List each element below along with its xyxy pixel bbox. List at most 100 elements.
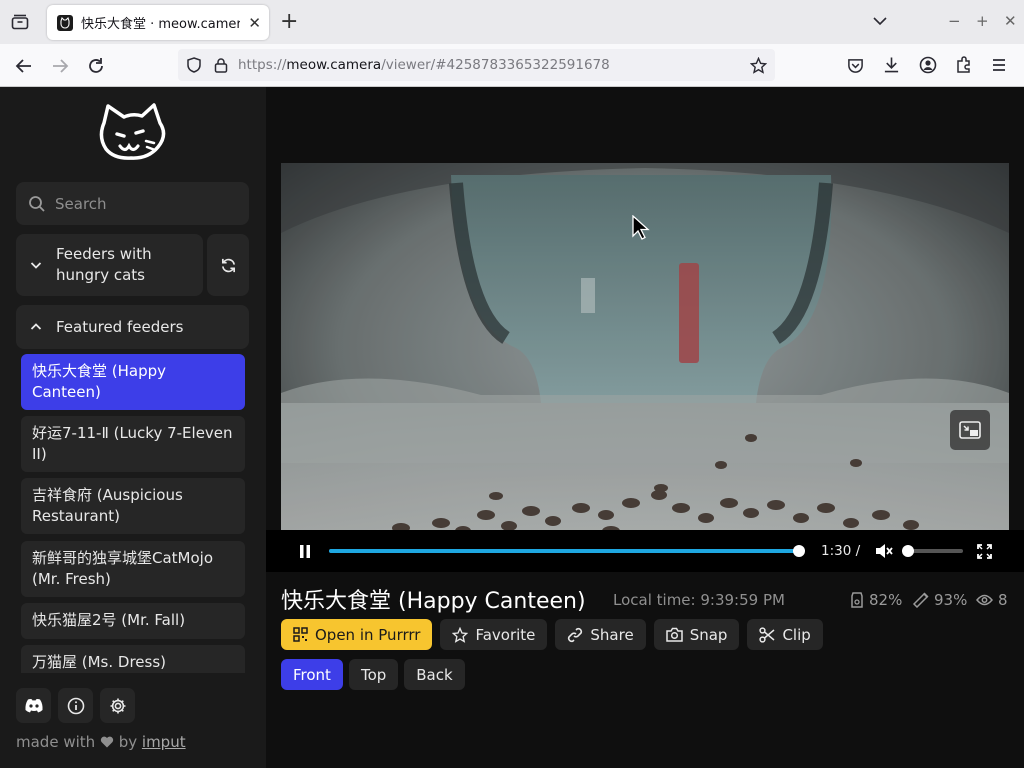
- camera-top-button[interactable]: Top: [348, 659, 399, 690]
- volume-slider[interactable]: [908, 549, 963, 553]
- viewers-stat: 8: [976, 591, 1008, 609]
- minimize-icon[interactable]: −: [948, 12, 961, 30]
- nav-bar: https://meow.camera/viewer/#425878336532…: [0, 44, 1024, 87]
- chevron-up-icon: [30, 323, 42, 330]
- eye-icon: [976, 594, 993, 606]
- meow-camera-logo-icon: [99, 103, 166, 160]
- refresh-button[interactable]: [207, 234, 249, 296]
- food-level-stat: 82%: [850, 591, 902, 609]
- search-input[interactable]: Search: [16, 182, 249, 225]
- share-button[interactable]: Share: [555, 619, 646, 650]
- share-label: Share: [590, 625, 634, 644]
- url-host: meow.camera: [286, 57, 382, 73]
- camera-back-button[interactable]: Back: [404, 659, 465, 690]
- clip-label: Clip: [782, 625, 811, 644]
- close-window-icon[interactable]: ✕: [1004, 12, 1017, 30]
- food-bag-icon: [851, 592, 863, 608]
- account-icon[interactable]: [919, 56, 937, 74]
- pocket-icon[interactable]: [847, 57, 864, 74]
- qr-code-icon: [293, 627, 308, 642]
- group-featured-label: Featured feeders: [56, 317, 184, 336]
- picture-in-picture-icon: [959, 421, 981, 439]
- chevron-down-icon: [30, 262, 42, 269]
- extensions-icon[interactable]: [955, 56, 973, 74]
- volume-knob[interactable]: [902, 545, 914, 557]
- sidebar: Search Feeders with hungry cats Featured…: [0, 87, 266, 768]
- tab-bar: 快乐大食堂 · meow.camera ✕ + − + ✕: [0, 0, 1024, 44]
- close-tab-icon[interactable]: ✕: [248, 14, 261, 32]
- search-placeholder: Search: [55, 194, 107, 213]
- picture-in-picture-button[interactable]: [950, 410, 990, 450]
- search-icon: [29, 195, 45, 212]
- new-tab-icon[interactable]: +: [280, 10, 298, 34]
- reload-button[interactable]: [86, 56, 106, 76]
- arrow-right-icon: [53, 59, 69, 73]
- food-level-value: 82%: [869, 591, 903, 609]
- bookmark-star-icon[interactable]: [750, 57, 767, 74]
- list-all-tabs-button[interactable]: [0, 0, 40, 44]
- forward-button[interactable]: [50, 56, 70, 76]
- battery-stat: 93%: [912, 591, 967, 609]
- url-bar[interactable]: https://meow.camera/viewer/#425878336532…: [178, 49, 775, 81]
- muted-speaker-icon[interactable]: [875, 543, 893, 559]
- camera-video[interactable]: [281, 163, 1009, 570]
- lock-icon[interactable]: [214, 57, 228, 73]
- camera-front-button[interactable]: Front: [281, 659, 343, 690]
- scissors-icon: [759, 626, 775, 643]
- open-in-purrrr-button[interactable]: Open in Purrrr: [281, 619, 433, 650]
- cat-paw-battery-icon: [912, 592, 929, 608]
- camera-icon: [665, 627, 683, 642]
- snap-label: Snap: [689, 625, 728, 644]
- mouse-cursor-icon: [632, 215, 650, 240]
- video-time: 1:30 /: [821, 543, 861, 559]
- maximize-icon[interactable]: +: [976, 12, 989, 30]
- imput-link[interactable]: imput: [142, 733, 186, 751]
- info-icon: [67, 697, 84, 714]
- open-in-purrrr-label: Open in Purrrr: [315, 625, 421, 644]
- pause-icon[interactable]: [299, 545, 311, 558]
- info-button[interactable]: [58, 688, 93, 723]
- download-icon[interactable]: [883, 56, 900, 74]
- favorite-button[interactable]: Favorite: [440, 619, 548, 650]
- discord-icon: [24, 699, 43, 713]
- tab-list-icon: [11, 14, 29, 30]
- feeder-title: 快乐大食堂 (Happy Canteen): [281, 589, 586, 614]
- discord-button[interactable]: [16, 688, 51, 723]
- progress-knob[interactable]: [793, 545, 806, 557]
- video-controls: 1:30 /: [266, 530, 1024, 572]
- meow-favicon-icon: [57, 14, 73, 31]
- star-icon: [452, 626, 469, 643]
- menu-icon[interactable]: [991, 57, 1007, 73]
- feeder-list: 快乐大食堂 (Happy Canteen) 好运7-11-Ⅱ (Lucky 7-…: [0, 353, 266, 673]
- arrow-left-icon: [15, 59, 31, 73]
- link-icon: [568, 627, 583, 642]
- snap-button[interactable]: Snap: [653, 619, 740, 650]
- progress-fill: [329, 549, 800, 553]
- feeder-item-auspicious-restaurant[interactable]: 吉祥食府 (Auspicious Restaurant): [21, 478, 245, 534]
- reload-icon: [89, 58, 103, 73]
- url-text: https://meow.camera/viewer/#425878336532…: [238, 57, 610, 73]
- settings-button[interactable]: [100, 688, 135, 723]
- chevron-down-icon[interactable]: [872, 13, 888, 29]
- group-hungry-label: Feeders with hungry cats: [56, 245, 152, 284]
- back-button[interactable]: [14, 56, 34, 76]
- shield-icon[interactable]: [186, 57, 202, 73]
- browser-tab[interactable]: 快乐大食堂 · meow.camera ✕: [47, 5, 269, 40]
- local-time: Local time: 9:39:59 PM: [613, 591, 785, 609]
- feeder-item-ms-dress[interactable]: 万猫屋 (Ms. Dress): [21, 645, 245, 673]
- feeder-item-mr-fresh[interactable]: 新鲜哥的独享城堡CatMojo (Mr. Fresh): [21, 541, 245, 597]
- clip-button[interactable]: Clip: [747, 619, 823, 650]
- made-with-credit: made with by imput: [16, 733, 186, 751]
- group-featured-feeders[interactable]: Featured feeders: [16, 305, 249, 349]
- viewers-value: 8: [998, 591, 1008, 609]
- action-buttons: Open in Purrrr Favorite Share Snap Clip: [281, 619, 823, 650]
- feeder-item-mr-fall[interactable]: 快乐猫屋2号 (Mr. Fall): [21, 603, 245, 639]
- progress-bar[interactable]: [329, 549, 804, 553]
- feeder-item-happy-canteen[interactable]: 快乐大食堂 (Happy Canteen): [21, 354, 245, 410]
- fullscreen-icon[interactable]: [977, 544, 992, 559]
- feeder-item-lucky-7-eleven[interactable]: 好运7-11-Ⅱ (Lucky 7-Eleven II): [21, 416, 245, 472]
- camera-switcher: Front Top Back: [281, 659, 465, 690]
- group-hungry-cats[interactable]: Feeders with hungry cats: [16, 234, 203, 296]
- tab-title: 快乐大食堂 · meow.camera: [81, 17, 241, 32]
- main-content: 1:30 / 快乐大食堂 (Happy Canteen) Local time:…: [266, 87, 1024, 768]
